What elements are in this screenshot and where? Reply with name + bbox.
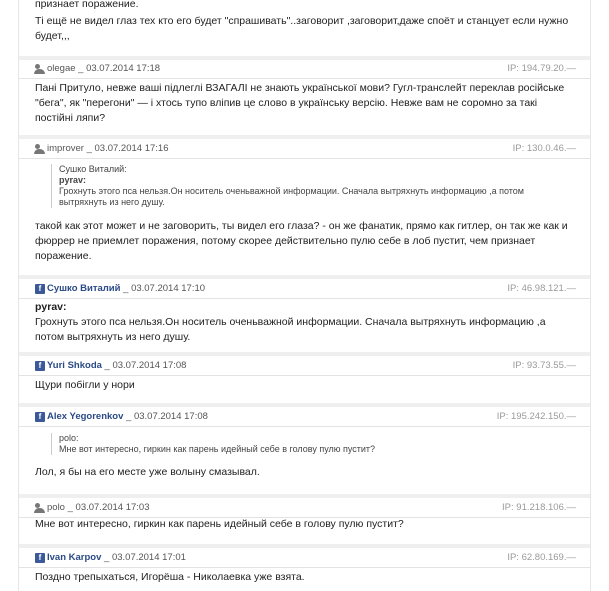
- comment-header: f Yuri Shkoda _ 03.07.2014 17:08 IP: 93.…: [19, 357, 590, 376]
- comment-separator: [19, 275, 590, 279]
- comment-quote: Сушко Виталий: pyrav: Грохнуть этого пса…: [51, 164, 559, 208]
- comment-header: f Сушко Виталий _ 03.07.2014 17:10 IP: 4…: [19, 280, 590, 299]
- comment-text: Пані Притуло, невже ваші підлеглі ВЗАГАЛ…: [35, 82, 565, 124]
- user-icon: [34, 144, 45, 154]
- comment-header: improver _ 03.07.2014 17:16 IP: 130.0.46…: [19, 140, 590, 159]
- comment-separator: [19, 403, 590, 407]
- comment-meta: Yuri Shkoda _ 03.07.2014 17:08: [47, 360, 187, 371]
- facebook-icon: f: [35, 284, 45, 294]
- ip-address: IP: 62.80.169.—: [507, 552, 576, 563]
- comment-header: olegae _ 03.07.2014 17:18 IP: 194.79.20.…: [19, 60, 590, 79]
- comment-separator: [19, 352, 590, 356]
- comment-meta: improver _ 03.07.2014 17:16: [47, 143, 169, 154]
- author-name[interactable]: Alex Yegorenkov: [47, 411, 123, 422]
- ip-address: IP: 91.218.106.—: [502, 502, 576, 513]
- author-name[interactable]: Сушко Виталий: [47, 283, 121, 294]
- comment-date: 03.07.2014 17:16: [94, 143, 169, 154]
- quote-text: Мне вот интересно, гиркин как парень иде…: [59, 444, 376, 454]
- comment-meta: polo _ 03.07.2014 17:03: [47, 502, 150, 513]
- user-icon: [34, 503, 45, 513]
- comment-separator: [19, 544, 590, 548]
- comment-header: f Ivan Karpov _ 03.07.2014 17:01 IP: 62.…: [19, 549, 590, 568]
- comment-date: 03.07.2014 17:10: [131, 283, 206, 294]
- quote-author: Сушко Виталий:: [59, 164, 127, 174]
- ip-address: IP: 46.98.121.—: [507, 283, 576, 294]
- comment-date: 03.07.2014 17:01: [111, 552, 186, 563]
- comment-header: polo _ 03.07.2014 17:03 IP: 91.218.106.—: [19, 499, 590, 518]
- ip-address: IP: 130.0.46.—: [512, 143, 576, 154]
- quoted-author: pyrav:: [35, 301, 67, 313]
- comment-date: 03.07.2014 17:08: [112, 360, 187, 371]
- ip-address: IP: 194.79.20.—: [507, 63, 576, 74]
- comment-text: Ті ещё не видел глаз тех кто его будет "…: [35, 15, 569, 42]
- author-name[interactable]: Yuri Shkoda: [47, 360, 102, 371]
- comment-meta: Ivan Karpov _ 03.07.2014 17:01: [47, 552, 186, 563]
- author-name[interactable]: Ivan Karpov: [47, 552, 101, 563]
- comment-text: такой как этот может и не заговорить, ты…: [35, 220, 568, 262]
- author-name[interactable]: olegae: [47, 63, 76, 74]
- author-name[interactable]: improver: [47, 143, 84, 154]
- quote-inner-author: pyrav:: [59, 175, 87, 185]
- facebook-icon: f: [35, 412, 45, 422]
- comment-header: f Alex Yegorenkov _ 03.07.2014 17:08 IP:…: [19, 408, 590, 427]
- comment-text: Грохнуть этого пса нельзя.Он носитель оч…: [35, 316, 546, 343]
- facebook-icon: f: [35, 361, 45, 371]
- comment-text: Поздно трепыхаться, Игорёша - Николаевка…: [35, 571, 305, 583]
- quote-author: polo:: [59, 433, 79, 443]
- comment-date: 03.07.2014 17:18: [86, 63, 161, 74]
- comment-text: Мне вот интересно, гиркин как парень иде…: [35, 518, 404, 530]
- comment-separator: [19, 494, 590, 498]
- comment-meta: olegae _ 03.07.2014 17:18: [47, 63, 161, 74]
- comment-quote: polo: Мне вот интересно, гиркин как паре…: [51, 433, 559, 455]
- ip-address: IP: 195.242.150.—: [496, 411, 576, 422]
- comments-panel: признает поражение. Ті ещё не видел глаз…: [18, 0, 591, 591]
- user-icon: [34, 64, 45, 74]
- author-name[interactable]: polo: [47, 502, 65, 513]
- comment-separator: [19, 135, 590, 139]
- quote-text: Грохнуть этого пса нельзя.Он носитель оч…: [59, 186, 524, 207]
- comment-text: Лол, я бы на его месте уже волыну смазыв…: [35, 466, 260, 478]
- comment-meta: Сушко Виталий _ 03.07.2014 17:10: [47, 283, 206, 294]
- ip-address: IP: 93.73.55.—: [512, 360, 576, 371]
- facebook-icon: f: [35, 553, 45, 563]
- comment-date: 03.07.2014 17:03: [75, 502, 150, 513]
- comment-text: Щури побігли у нори: [35, 379, 135, 391]
- comment-text-fragment: признает поражение.: [35, 0, 139, 10]
- comment-date: 03.07.2014 17:08: [133, 411, 208, 422]
- comment-meta: Alex Yegorenkov _ 03.07.2014 17:08: [47, 411, 208, 422]
